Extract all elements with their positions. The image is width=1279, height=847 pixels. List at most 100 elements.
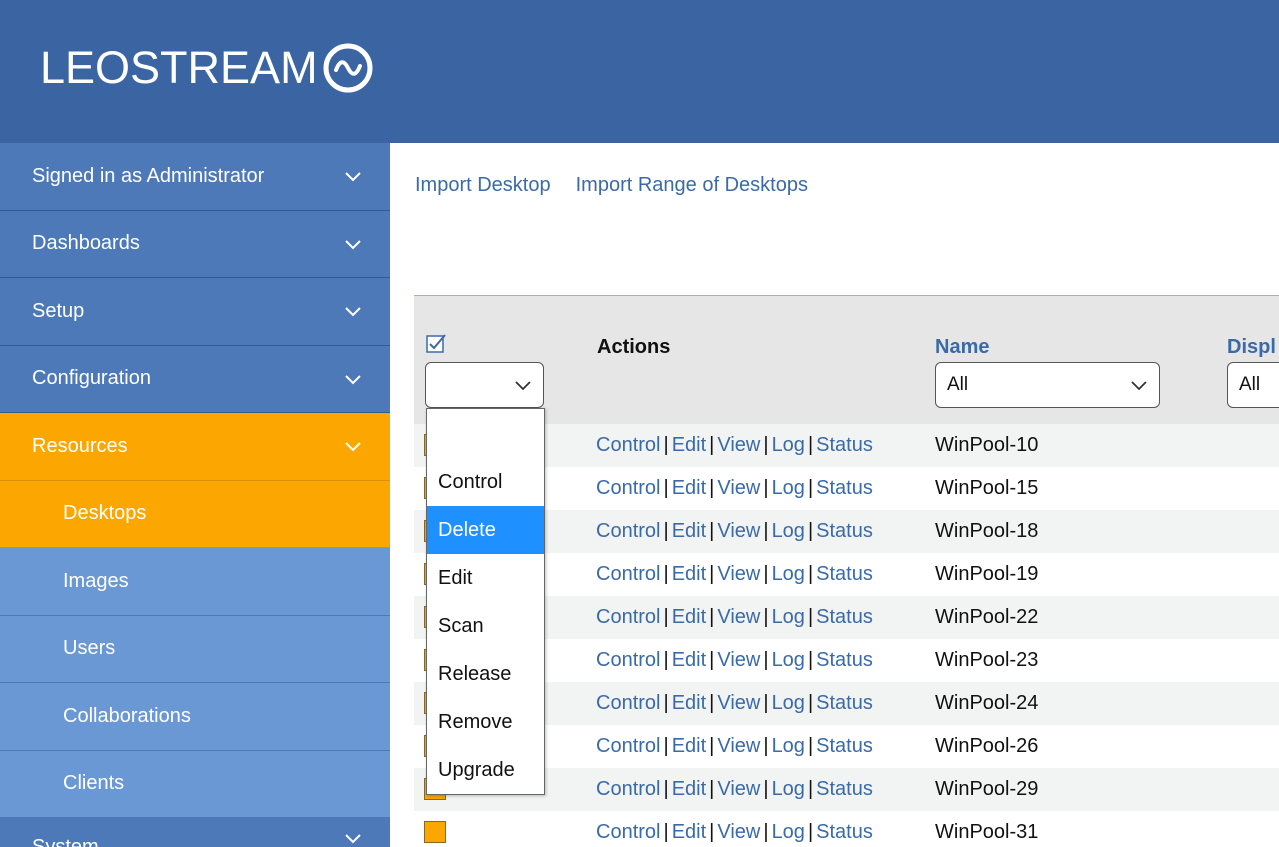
row-action-control-link[interactable]: Control (596, 649, 660, 671)
dropdown-option-upgrade[interactable]: Upgrade (427, 746, 544, 794)
row-action-log-link[interactable]: Log (772, 477, 805, 499)
select-all-checkbox-icon[interactable] (425, 332, 447, 354)
sidebar-item-system[interactable]: System (0, 818, 390, 847)
action-separator: | (763, 821, 769, 843)
row-action-view-link[interactable]: View (717, 563, 760, 585)
sidebar-item-setup[interactable]: Setup (0, 278, 390, 346)
import-range-link[interactable]: Import Range of Desktops (576, 174, 808, 197)
row-action-edit-link[interactable]: Edit (672, 692, 706, 714)
row-action-status-link[interactable]: Status (816, 735, 873, 757)
row-action-log-link[interactable]: Log (772, 606, 805, 628)
row-action-view-link[interactable]: View (717, 692, 760, 714)
row-action-status-link[interactable]: Status (816, 520, 873, 542)
row-checkbox[interactable] (424, 821, 446, 843)
sidebar-item-dashboards[interactable]: Dashboards (0, 210, 390, 278)
dropdown-option-edit[interactable]: Edit (427, 554, 544, 602)
action-separator: | (763, 434, 769, 456)
sidebar-item-configuration[interactable]: Configuration (0, 345, 390, 413)
row-action-status-link[interactable]: Status (816, 778, 873, 800)
row-action-view-link[interactable]: View (717, 477, 760, 499)
action-separator: | (807, 606, 814, 628)
app-header: LEOSTREAM (0, 0, 1279, 143)
row-action-log-link[interactable]: Log (772, 821, 805, 843)
row-actions: Control | Edit | View | Log | Status (596, 735, 873, 758)
row-action-view-link[interactable]: View (717, 520, 760, 542)
desktop-name: WinPool-15 (935, 477, 1039, 499)
action-separator: | (709, 821, 715, 843)
row-action-edit-link[interactable]: Edit (672, 778, 706, 800)
dropdown-option-control[interactable]: Control (427, 458, 544, 506)
row-action-edit-link[interactable]: Edit (672, 434, 706, 456)
row-action-edit-link[interactable]: Edit (672, 606, 706, 628)
row-action-status-link[interactable]: Status (816, 563, 873, 585)
row-action-status-link[interactable]: Status (816, 649, 873, 671)
display-header[interactable]: Displ (1227, 336, 1276, 359)
row-action-edit-link[interactable]: Edit (672, 735, 706, 757)
action-separator: | (663, 434, 669, 456)
row-action-edit-link[interactable]: Edit (672, 821, 706, 843)
row-actions: Control | Edit | View | Log | Status (596, 692, 873, 715)
name-header[interactable]: Name (935, 336, 989, 359)
row-action-control-link[interactable]: Control (596, 434, 660, 456)
sidebar-item-resources[interactable]: Resources (0, 413, 390, 481)
sidebar-item-label: Desktops (63, 502, 147, 525)
row-action-log-link[interactable]: Log (772, 778, 805, 800)
row-action-log-link[interactable]: Log (772, 520, 805, 542)
row-action-log-link[interactable]: Log (772, 563, 805, 585)
row-action-view-link[interactable]: View (717, 434, 760, 456)
dropdown-option-delete[interactable]: Delete (427, 506, 544, 554)
sidebar-item-label: Users (63, 637, 116, 660)
row-action-control-link[interactable]: Control (596, 735, 660, 757)
row-action-status-link[interactable]: Status (816, 821, 873, 843)
action-separator: | (663, 606, 669, 628)
dropdown-option-release[interactable]: Release (427, 650, 544, 698)
row-action-view-link[interactable]: View (717, 821, 760, 843)
sidebar-item-clients[interactable]: Clients (0, 750, 390, 818)
sidebar-item-images[interactable]: Images (0, 548, 390, 616)
row-action-edit-link[interactable]: Edit (672, 477, 706, 499)
sidebar-item-signed-in-as-administrator[interactable]: Signed in as Administrator (0, 143, 390, 211)
sidebar-item-users[interactable]: Users (0, 615, 390, 683)
bulk-action-select[interactable] (425, 362, 544, 408)
row-action-view-link[interactable]: View (717, 606, 760, 628)
sidebar-item-collaborations[interactable]: Collaborations (0, 683, 390, 751)
sidebar-item-label: Setup (32, 299, 85, 322)
row-action-control-link[interactable]: Control (596, 692, 660, 714)
row-action-control-link[interactable]: Control (596, 477, 660, 499)
dropdown-option-scan[interactable]: Scan (427, 602, 544, 650)
row-action-control-link[interactable]: Control (596, 778, 660, 800)
import-desktop-link[interactable]: Import Desktop (415, 174, 551, 197)
sidebar-item-label: Resources (32, 434, 128, 457)
row-action-log-link[interactable]: Log (772, 434, 805, 456)
chevron-down-icon (345, 834, 361, 844)
row-action-control-link[interactable]: Control (596, 606, 660, 628)
row-action-status-link[interactable]: Status (816, 606, 873, 628)
name-filter-select[interactable]: All (935, 362, 1160, 408)
leostream-logo[interactable]: LEOSTREAM (40, 42, 374, 94)
row-action-edit-link[interactable]: Edit (672, 520, 706, 542)
row-action-log-link[interactable]: Log (772, 649, 805, 671)
row-action-control-link[interactable]: Control (596, 520, 660, 542)
row-action-log-link[interactable]: Log (772, 735, 805, 757)
row-action-log-link[interactable]: Log (772, 692, 805, 714)
dropdown-option-blank[interactable] (427, 409, 544, 458)
action-separator: | (807, 649, 814, 671)
sidebar-item-desktops[interactable]: Desktops (0, 480, 390, 548)
row-action-view-link[interactable]: View (717, 735, 760, 757)
row-action-control-link[interactable]: Control (596, 563, 660, 585)
action-separator: | (763, 563, 769, 585)
top-links: Import Desktop Import Range of Desktops (415, 174, 808, 197)
row-action-status-link[interactable]: Status (816, 477, 873, 499)
row-action-status-link[interactable]: Status (816, 434, 873, 456)
sidebar-item-label: Clients (63, 772, 125, 795)
row-action-view-link[interactable]: View (717, 649, 760, 671)
row-action-edit-link[interactable]: Edit (672, 649, 706, 671)
sidebar-item-label: System (32, 836, 99, 847)
row-action-control-link[interactable]: Control (596, 821, 660, 843)
dropdown-option-remove[interactable]: Remove (427, 698, 544, 746)
row-action-status-link[interactable]: Status (816, 692, 873, 714)
row-action-view-link[interactable]: View (717, 778, 760, 800)
display-filter-select[interactable]: All (1227, 362, 1279, 408)
row-actions: Control | Edit | View | Log | Status (596, 434, 873, 457)
row-action-edit-link[interactable]: Edit (672, 563, 706, 585)
